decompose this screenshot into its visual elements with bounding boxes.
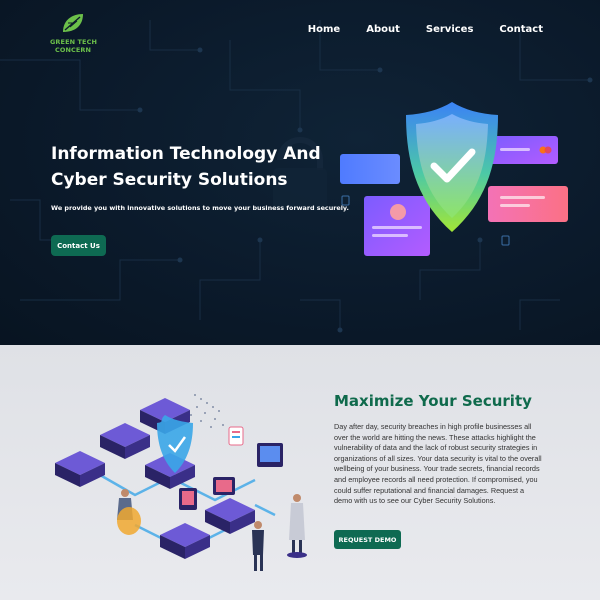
contact-us-button[interactable]: Contact Us: [51, 235, 106, 256]
nav-home[interactable]: Home: [308, 24, 340, 35]
logo-text-line2: CONCERN: [54, 46, 92, 54]
shield-checkmark-illustration: [340, 102, 568, 256]
nav-services[interactable]: Services: [426, 24, 474, 35]
hero-title: Information Technology And Cyber Securit…: [51, 144, 321, 190]
section-title: Maximize Your Security: [334, 392, 532, 410]
nav-about[interactable]: About: [366, 24, 400, 35]
leaf-logo-icon: [63, 14, 83, 32]
request-demo-button[interactable]: REQUEST DEMO: [334, 530, 401, 549]
hero-section: GREEN TECH CONCERN Home About Services C…: [0, 0, 600, 345]
logo[interactable]: GREEN TECH CONCERN: [50, 12, 98, 54]
nav-contact[interactable]: Contact: [499, 24, 543, 35]
main-nav: Home About Services Contact: [308, 24, 543, 35]
logo-text-line1: GREEN TECH: [50, 38, 98, 46]
section-body: Day after day, security breaches in high…: [334, 422, 542, 506]
security-section: Maximize Your Security Day after day, se…: [0, 345, 600, 600]
isometric-data-center-illustration: [55, 394, 307, 571]
hero-subtitle: We provide you with innovative solutions…: [51, 204, 349, 212]
